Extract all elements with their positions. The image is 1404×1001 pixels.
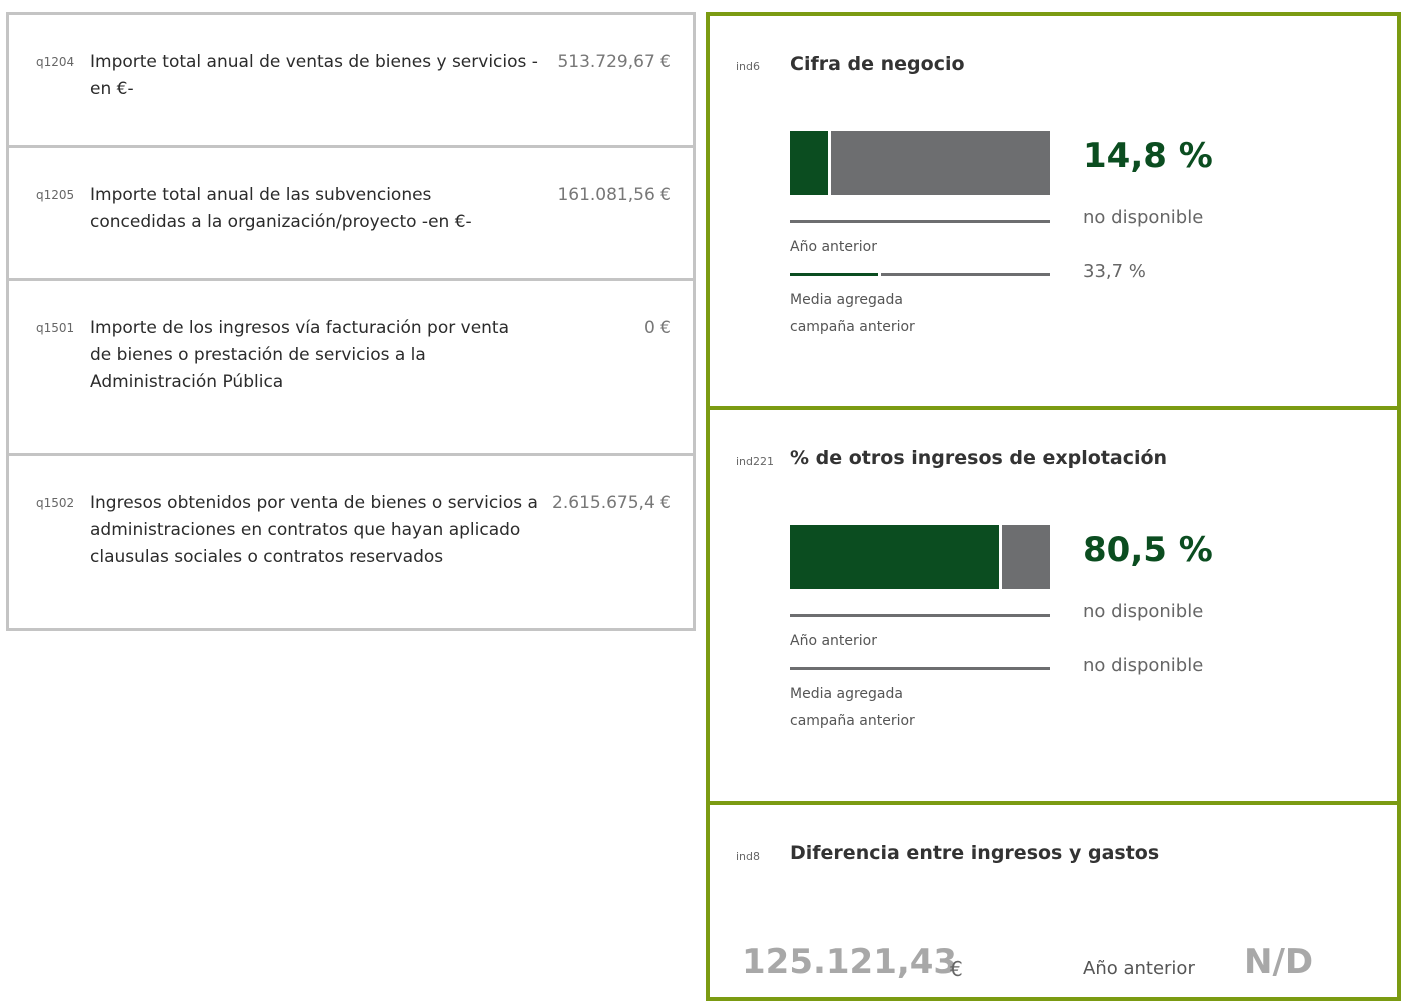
aggregate-label-line2: campaña anterior — [790, 319, 915, 335]
previous-year-value: no disponible — [1083, 207, 1204, 228]
indicator-code: ind221 — [736, 455, 775, 468]
indicator-code: ind8 — [736, 850, 761, 863]
aggregate-label-line2: campaña anterior — [790, 713, 915, 729]
question-value: 513.729,67 € — [557, 52, 671, 72]
previous-year-value: no disponible — [1083, 601, 1204, 622]
question-text: Ingresos obtenidos por venta de bienes o… — [90, 493, 538, 567]
previous-year-line — [790, 220, 1050, 223]
aggregate-line-remainder — [881, 273, 1050, 276]
previous-year-line — [790, 614, 1050, 617]
question-code: q1502 — [36, 496, 75, 510]
aggregate-label-line1: Media agregada — [790, 292, 903, 308]
question-card-q1204: q1204 Importe total anual de ventas de b… — [6, 12, 696, 148]
indicator-unit: € — [950, 957, 963, 981]
previous-year-value: N/D — [1244, 942, 1314, 982]
indicator-bar-remainder — [1002, 525, 1050, 589]
indicator-bar-fill — [790, 525, 999, 589]
question-value: 161.081,56 € — [557, 185, 671, 205]
indicator-title: Cifra de negocio — [790, 53, 965, 75]
aggregate-value: no disponible — [1083, 655, 1204, 676]
indicator-card-ind8: ind8 Diferencia entre ingresos y gastos … — [706, 801, 1401, 1001]
question-text: Importe total anual de ventas de bienes … — [90, 52, 538, 99]
indicator-bar-fill — [790, 131, 828, 195]
aggregate-line — [790, 667, 1050, 670]
indicator-card-ind6: ind6 Cifra de negocio 14,8 % no disponib… — [706, 12, 1401, 412]
previous-year-label: Año anterior — [790, 633, 877, 649]
question-code: q1204 — [36, 55, 75, 69]
question-value: 2.615.675,4 € — [552, 493, 671, 513]
question-text: Importe de los ingresos vía facturación … — [90, 318, 510, 392]
aggregate-value: 33,7 % — [1083, 261, 1146, 282]
previous-year-label: Año anterior — [790, 239, 877, 255]
previous-year-label: Año anterior — [1083, 958, 1195, 979]
question-card-q1502: q1502 Ingresos obtenidos por venta de bi… — [6, 453, 696, 631]
aggregate-label-line1: Media agregada — [790, 686, 903, 702]
indicator-value: 80,5 % — [1083, 530, 1213, 570]
question-value: 0 € — [643, 318, 671, 338]
question-card-q1501: q1501 Importe de los ingresos vía factur… — [6, 278, 696, 456]
indicator-value: 125.121,43 — [742, 942, 958, 982]
indicator-value: 14,8 % — [1083, 136, 1213, 176]
indicator-title: % de otros ingresos de explotación — [790, 447, 1168, 469]
question-text: Importe total anual de las subvenciones … — [90, 185, 472, 232]
indicator-bar-remainder — [831, 131, 1050, 195]
question-card-q1205: q1205 Importe total anual de las subvenc… — [6, 145, 696, 281]
indicator-code: ind6 — [736, 60, 761, 73]
indicator-bar — [790, 525, 1050, 589]
indicator-bar — [790, 131, 1050, 195]
question-code: q1205 — [36, 188, 75, 202]
aggregate-line-fill — [790, 273, 878, 276]
indicator-card-ind221: ind221 % de otros ingresos de explotació… — [706, 406, 1401, 807]
question-code: q1501 — [36, 321, 75, 335]
indicator-title: Diferencia entre ingresos y gastos — [790, 842, 1160, 864]
